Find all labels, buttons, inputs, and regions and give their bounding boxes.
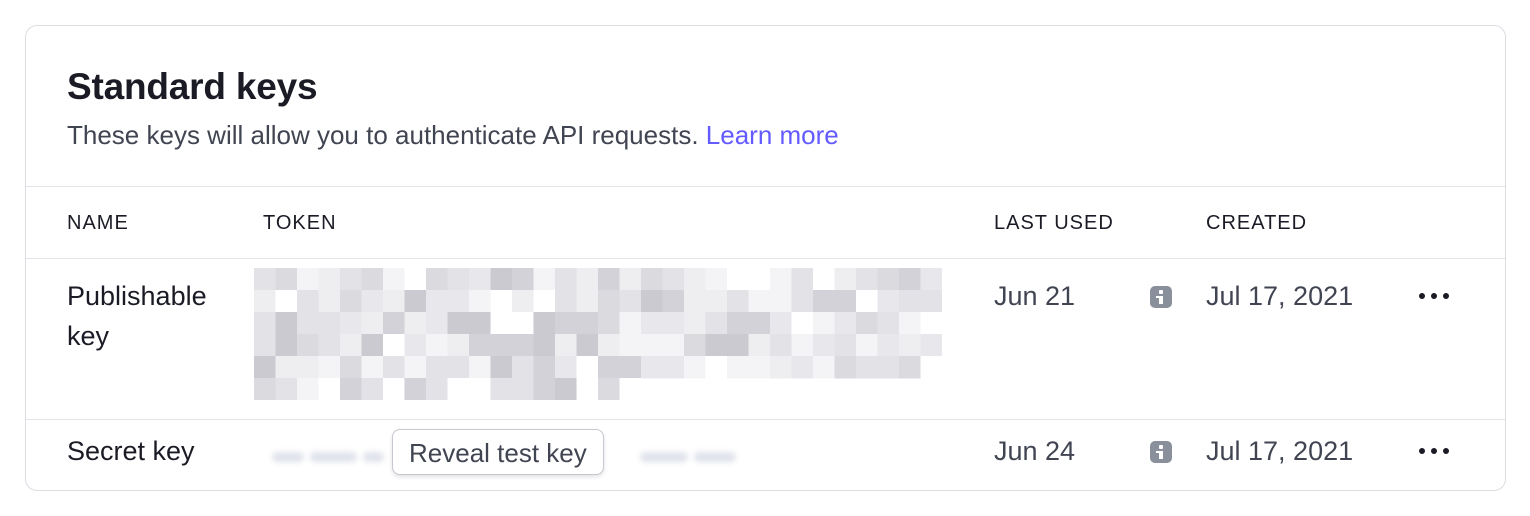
description-text: These keys will allow you to authenticat…	[67, 120, 699, 150]
column-header-token: TOKEN	[263, 212, 337, 234]
standard-keys-card: Standard keys These keys will allow you …	[25, 25, 1506, 491]
section-title: Standard keys	[67, 66, 318, 107]
learn-more-link[interactable]: Learn more	[706, 120, 839, 150]
key-name: Secret key	[67, 436, 195, 466]
card-header: Standard keys These keys will allow you …	[26, 26, 1505, 187]
key-name: Publishable key	[67, 281, 207, 351]
table-header: NAME TOKEN LAST USED CREATED	[26, 186, 1505, 259]
column-header-name: NAME	[67, 212, 129, 234]
info-icon[interactable]	[1150, 286, 1172, 308]
table-row-publishable-key: Publishable key Jun 21 Jul 17, 2021	[26, 258, 1505, 420]
column-header-created: CREATED	[1206, 212, 1308, 234]
column-header-last-used: LAST USED	[994, 212, 1114, 234]
more-horizontal-icon[interactable]	[1419, 286, 1449, 306]
last-used-date: Jun 24	[994, 436, 1076, 466]
table-row-secret-key: Secret key Reveal test key Jun 24 Jul 17…	[26, 419, 1505, 490]
created-date: Jul 17, 2021	[1206, 436, 1354, 466]
more-horizontal-icon[interactable]	[1419, 441, 1449, 461]
last-used-date: Jun 21	[994, 281, 1076, 311]
section-description: These keys will allow you to authenticat…	[67, 120, 839, 151]
redacted-token	[254, 268, 942, 400]
created-date: Jul 17, 2021	[1206, 281, 1354, 311]
info-icon[interactable]	[1150, 441, 1172, 463]
reveal-test-key-button[interactable]: Reveal test key	[392, 429, 604, 475]
